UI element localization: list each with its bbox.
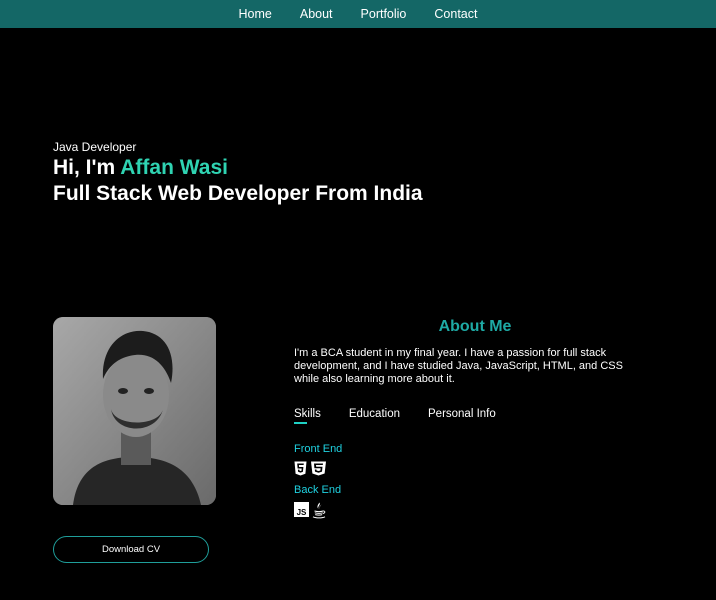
hero-greeting-text: Hi, I'm <box>53 156 121 179</box>
nav-portfolio-link[interactable]: Portfolio <box>361 7 407 21</box>
css3-icon <box>310 461 327 481</box>
hero-role: Java Developer <box>53 140 137 154</box>
hero-section: Java Developer Hi, I'm Affan Wasi Full S… <box>53 140 423 207</box>
java-icon <box>312 502 326 524</box>
nav-contact-link[interactable]: Contact <box>434 7 477 21</box>
hero-greeting: Hi, I'm Affan Wasi <box>53 155 423 181</box>
download-cv-button[interactable]: Download CV <box>53 536 209 563</box>
back-end-heading: Back End <box>294 484 342 496</box>
html5-icon <box>294 461 307 481</box>
nav-home-link[interactable]: Home <box>239 7 272 21</box>
about-description: I'm a BCA student in my final year. I ha… <box>294 347 623 385</box>
tab-skills[interactable]: Skills <box>294 408 321 424</box>
about-tabs: Skills Education Personal Info <box>294 408 524 424</box>
javascript-icon: JS <box>294 502 309 524</box>
hero-tagline: Full Stack Web Developer From India <box>53 182 423 205</box>
about-title: About Me <box>438 318 512 335</box>
front-end-icons <box>294 461 327 481</box>
svg-text:JS: JS <box>297 508 307 517</box>
top-navbar: Home About Portfolio Contact <box>0 0 716 28</box>
tab-education[interactable]: Education <box>349 408 400 424</box>
front-end-heading: Front End <box>294 443 343 455</box>
nav-about-link[interactable]: About <box>300 7 333 21</box>
back-end-icons: JS <box>294 502 326 524</box>
profile-photo <box>53 317 216 505</box>
hero-name: Affan Wasi <box>120 156 228 179</box>
tab-personal-info[interactable]: Personal Info <box>428 408 496 424</box>
